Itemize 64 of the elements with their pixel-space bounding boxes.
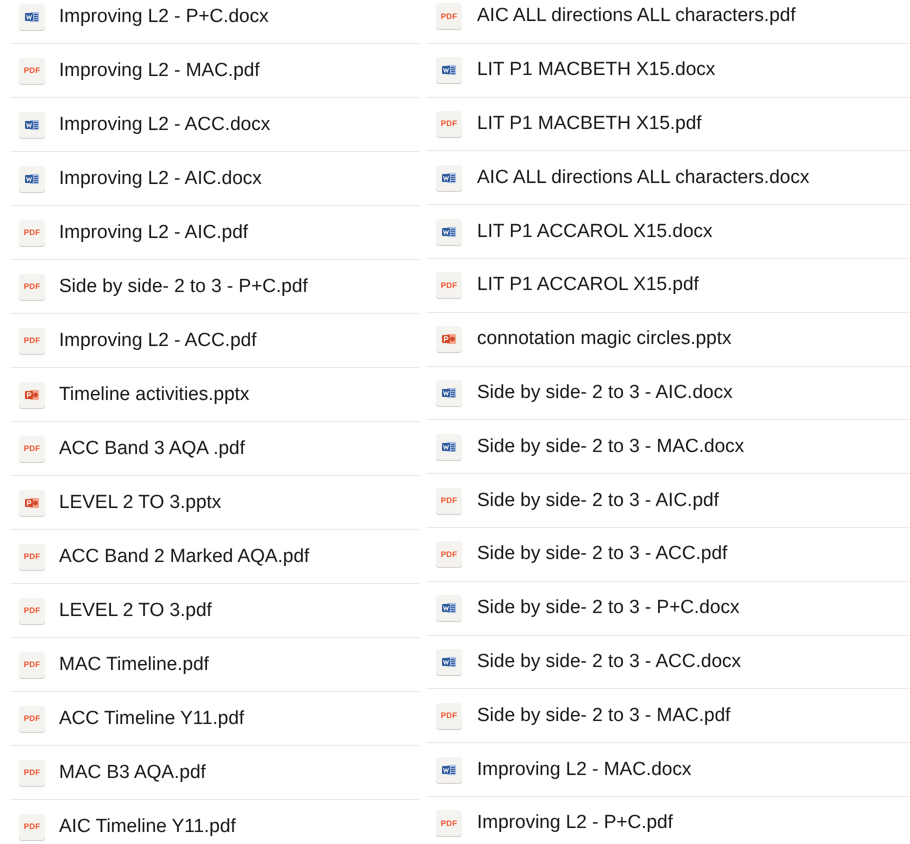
pdf-file-icon: PDF	[19, 652, 45, 678]
pdf-file-icon: PDF	[19, 760, 45, 786]
pdf-file-icon: PDF	[19, 220, 45, 246]
file-name[interactable]: Improving L2 - AIC.docx	[59, 168, 262, 190]
file-name[interactable]: Side by side- 2 to 3 - P+C.docx	[477, 597, 740, 620]
document-icon	[436, 218, 462, 245]
file-name[interactable]: Side by side- 2 to 3 - MAC.pdf	[477, 704, 730, 727]
pdf-file-icon: PDF	[436, 541, 462, 568]
presentation-icon	[19, 382, 45, 408]
file-name[interactable]: AIC ALL directions ALL characters.docx	[477, 166, 810, 189]
file-name[interactable]: Side by side- 2 to 3 - MAC.docx	[477, 436, 744, 458]
file-name[interactable]: Timeline activities.pptx	[59, 384, 250, 406]
file-name[interactable]: LEVEL 2 TO 3.pdf	[59, 600, 212, 622]
pdf-file-icon: PDF	[436, 110, 462, 137]
file-name[interactable]: Improving L2 - P+C.docx	[59, 6, 269, 28]
file-name[interactable]: Improving L2 - MAC.pdf	[59, 60, 260, 82]
file-name[interactable]: Side by side- 2 to 3 - ACC.docx	[477, 650, 742, 673]
file-name[interactable]: ACC Band 2 Marked AQA.pdf	[59, 546, 310, 568]
file-name[interactable]: LIT P1 MACBETH X15.pdf	[477, 112, 702, 135]
pdf-file-icon: PDF	[436, 810, 462, 836]
file-name[interactable]: LEVEL 2 TO 3.pptx	[59, 492, 222, 514]
pdf-file-icon: PDF	[19, 598, 45, 624]
pdf-file-icon: PDF	[436, 488, 462, 514]
pdf-file-icon: PDF	[19, 328, 45, 354]
file-name[interactable]: Improving L2 - AIC.pdf	[59, 222, 248, 244]
document-icon	[19, 166, 45, 192]
pdf-file-icon: PDF	[19, 706, 45, 732]
document-icon	[436, 380, 462, 406]
document-icon	[436, 648, 462, 675]
file-name[interactable]: ACC Timeline Y11.pdf	[59, 708, 244, 730]
pdf-file-icon: PDF	[19, 436, 45, 462]
file-name[interactable]: MAC B3 AQA.pdf	[59, 762, 206, 784]
pdf-file-icon: PDF	[19, 274, 45, 300]
file-name[interactable]: Side by side- 2 to 3 - ACC.pdf	[477, 543, 728, 566]
pdf-file-icon: PDF	[19, 544, 45, 570]
file-name[interactable]: Improving L2 - ACC.pdf	[59, 330, 256, 352]
document-icon	[436, 756, 462, 783]
file-name[interactable]: Improving L2 - MAC.docx	[477, 758, 692, 781]
file-name[interactable]: AIC Timeline Y11.pdf	[59, 816, 236, 838]
pdf-file-icon: PDF	[436, 3, 462, 30]
file-name[interactable]: ACC Band 3 AQA .pdf	[59, 438, 245, 460]
file-name[interactable]: Improving L2 - ACC.docx	[59, 114, 270, 136]
document-icon	[436, 57, 462, 84]
pdf-file-icon: PDF	[436, 702, 462, 729]
file-name[interactable]: Improving L2 - P+C.pdf	[477, 812, 673, 834]
document-icon	[19, 4, 45, 30]
file-name[interactable]: MAC Timeline.pdf	[59, 654, 209, 676]
pdf-file-icon: PDF	[19, 58, 45, 84]
file-name[interactable]: LIT P1 ACCAROL X15.pdf	[477, 274, 699, 296]
document-icon	[19, 112, 45, 138]
pdf-file-icon: PDF	[436, 272, 462, 298]
document-icon	[436, 434, 462, 460]
file-name[interactable]: AIC ALL directions ALL characters.pdf	[477, 5, 796, 28]
file-name[interactable]: LIT P1 ACCAROL X15.docx	[477, 220, 713, 243]
document-icon	[436, 164, 462, 191]
file-name[interactable]: LIT P1 MACBETH X15.docx	[477, 59, 716, 82]
file-name[interactable]: Side by side- 2 to 3 - AIC.pdf	[477, 490, 719, 512]
presentation-icon	[19, 490, 45, 516]
file-name[interactable]: Side by side- 2 to 3 - AIC.docx	[477, 382, 733, 404]
pdf-file-icon: PDF	[19, 814, 45, 840]
file-name[interactable]: connotation magic circles.pptx	[477, 328, 732, 350]
file-name[interactable]: Side by side- 2 to 3 - P+C.pdf	[59, 276, 308, 298]
document-icon	[436, 595, 462, 622]
presentation-icon	[436, 326, 462, 352]
